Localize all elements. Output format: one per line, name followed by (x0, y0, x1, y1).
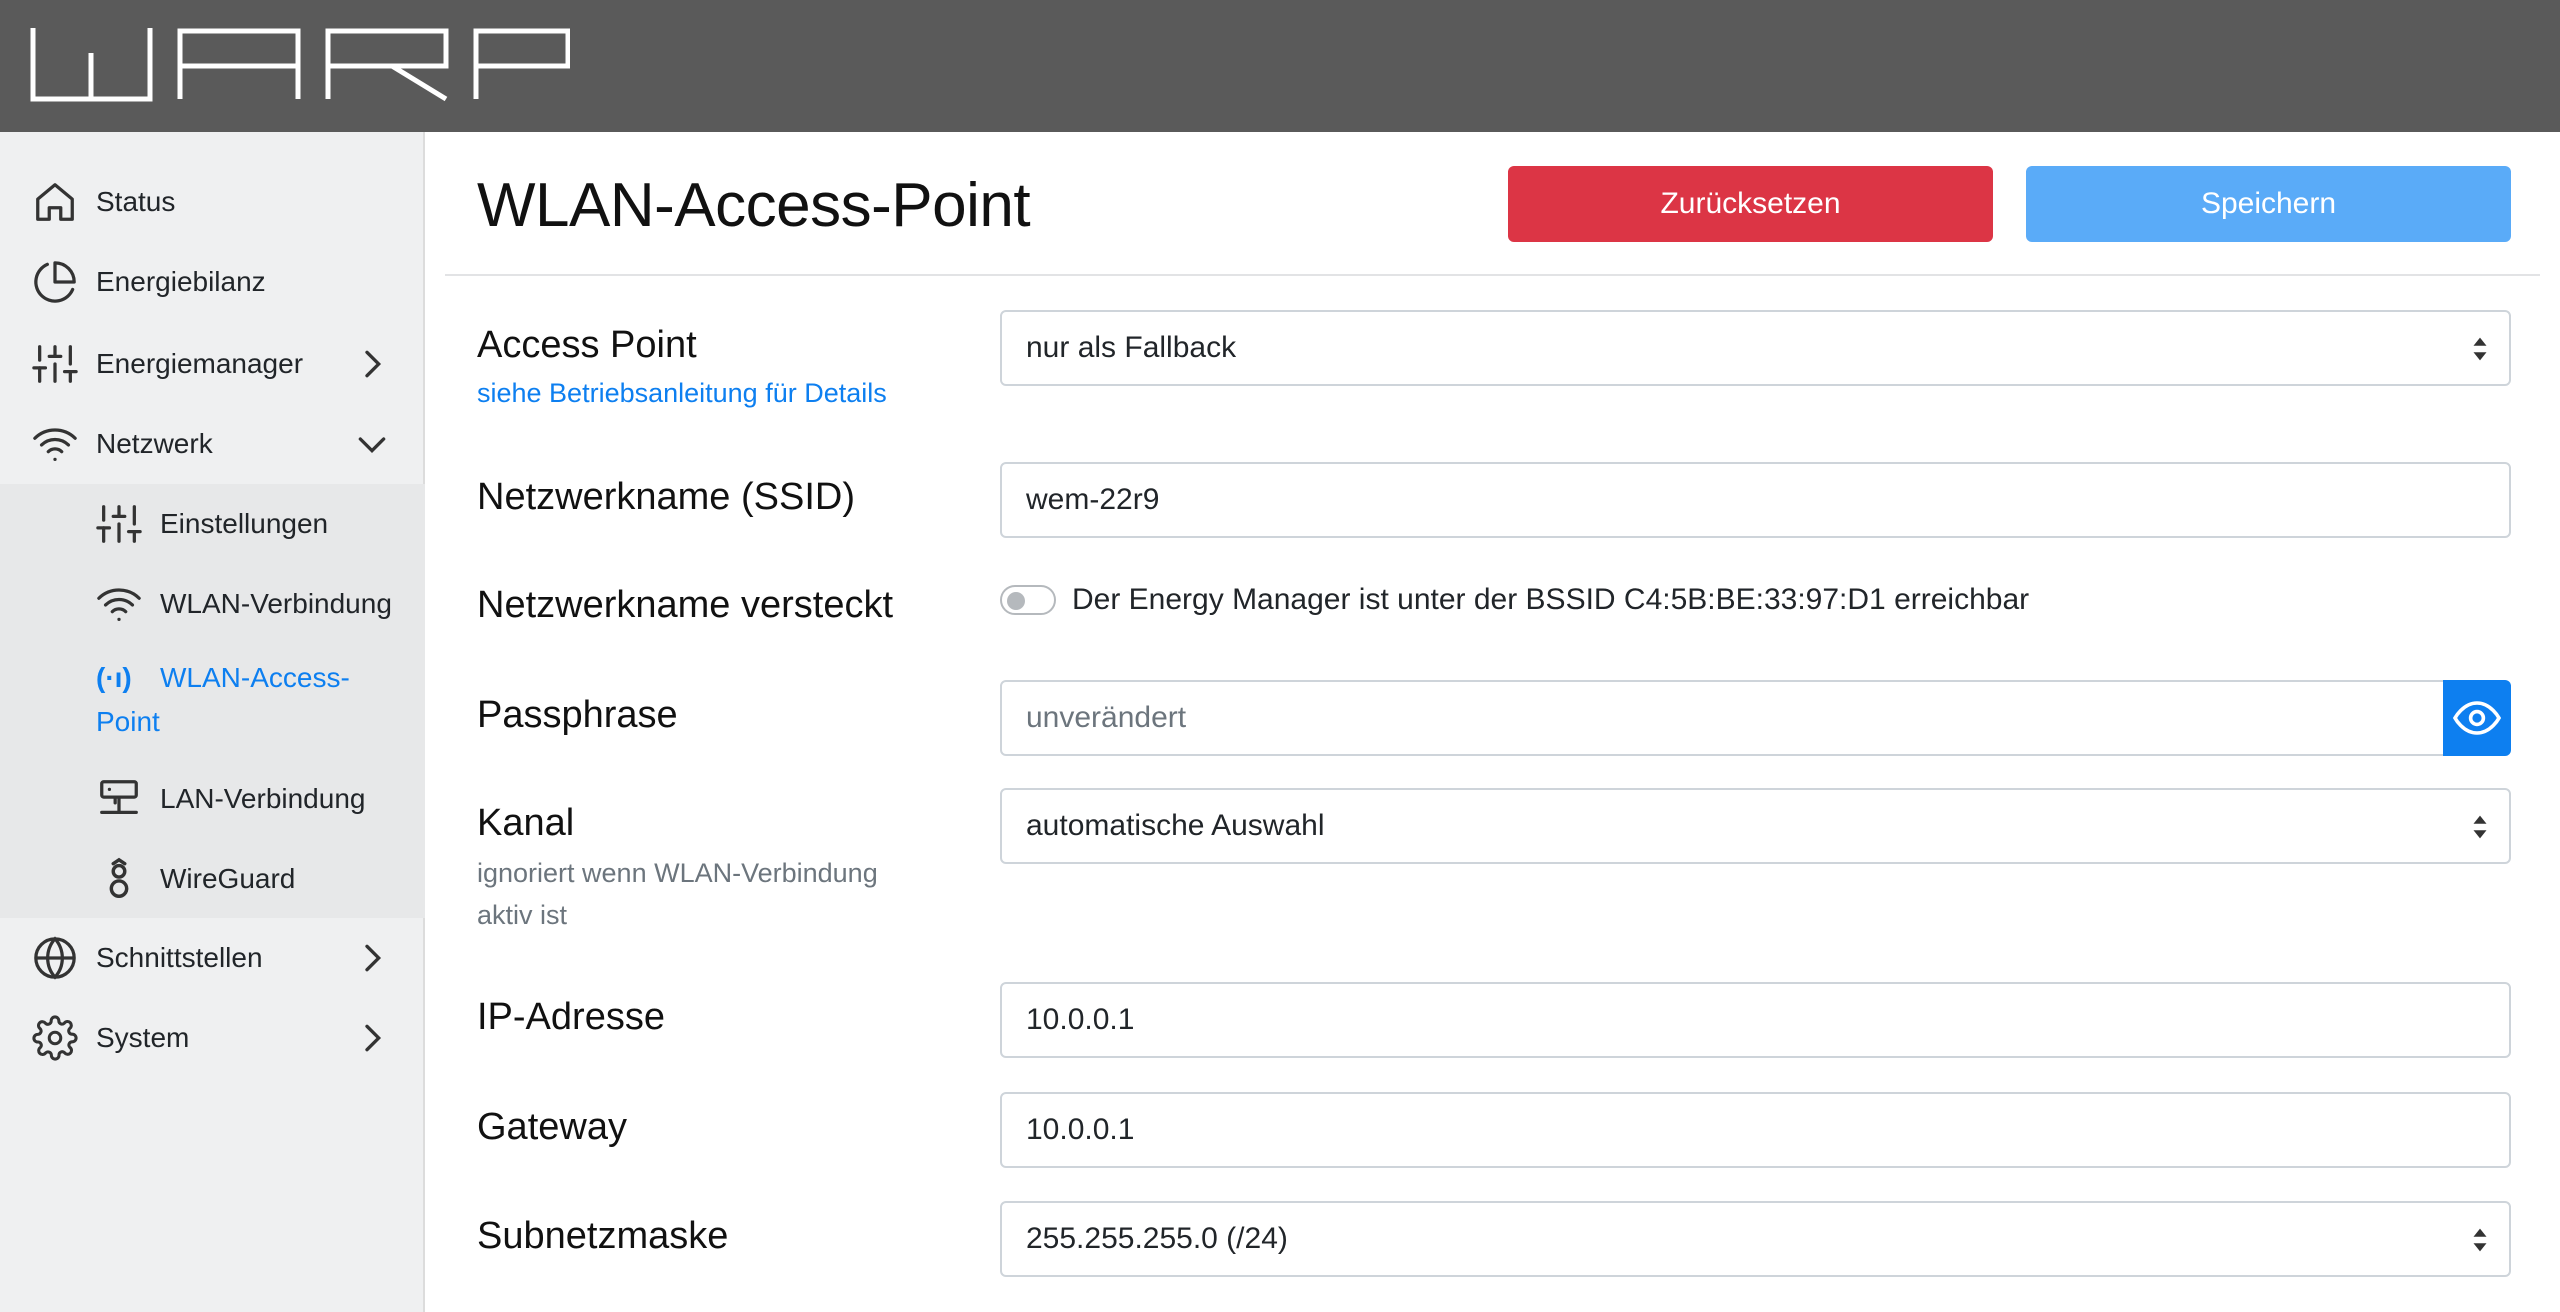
netzwerk-submenu: Einstellungen WLAN-Verbindung (·ı) WLAN-A… (0, 484, 425, 918)
wifi-icon (94, 579, 144, 629)
manual-link[interactable]: siehe Betriebsanleitung für Details (477, 378, 887, 409)
sidebar-item-wireguard[interactable]: WireGuard (0, 839, 425, 919)
main-content: WLAN-Access-Point Zurücksetzen Speichern… (445, 132, 2540, 1312)
passphrase-input[interactable]: unverändert (1000, 680, 2445, 756)
gear-icon (30, 1013, 80, 1063)
chevron-down-icon (358, 437, 386, 454)
chevron-right-icon (365, 350, 382, 378)
sidebar-item-status[interactable]: Status (0, 162, 425, 242)
sidebar-item-label: System (96, 1022, 190, 1053)
header-divider (445, 274, 2540, 276)
sidebar-item-lan-verbindung[interactable]: LAN-Verbindung (0, 759, 425, 839)
page-title: WLAN-Access-Point (477, 171, 1031, 240)
broadcast-icon: (·ı) (96, 662, 132, 693)
sidebar-item-label: Energiebilanz (96, 266, 266, 297)
subnet-select[interactable]: 255.255.255.0 (/24) (1000, 1201, 2511, 1277)
access-point-label: Access Point (477, 324, 697, 366)
sidebar-item-label: Netzwerk (96, 428, 213, 459)
access-point-value: nur als Fallback (1026, 331, 1237, 364)
subnet-value: 255.255.255.0 (/24) (1026, 1222, 1288, 1255)
reset-button[interactable]: Zurücksetzen (1508, 166, 1993, 242)
select-arrows-icon (2473, 337, 2487, 361)
access-point-select[interactable]: nur als Fallback (1000, 310, 2511, 386)
ip-value: 10.0.0.1 (1026, 1003, 1135, 1036)
ssid-label: Netzwerkname (SSID) (477, 476, 855, 518)
sidebar-item-label: Einstellungen (160, 508, 329, 539)
sliders-icon (94, 499, 144, 549)
sidebar-item-label: WLAN-Verbindung (160, 588, 392, 619)
globe-icon (30, 933, 80, 983)
wifi-icon (30, 419, 80, 469)
gateway-label: Gateway (477, 1106, 627, 1148)
sidebar: Status Energiebilanz Energiemanager Netz… (0, 132, 425, 1312)
sidebar-item-label: Schnittstellen (96, 942, 263, 973)
top-bar (0, 0, 2560, 132)
eye-icon (2453, 701, 2501, 735)
sidebar-item-schnittstellen[interactable]: Schnittstellen (0, 918, 425, 998)
ssid-input[interactable]: wem-22r9 (1000, 462, 2511, 538)
hidden-ssid-description: Der Energy Manager ist unter der BSSID C… (1072, 583, 2030, 616)
sidebar-item-label: (·ı) WLAN-Access-Point (96, 656, 406, 744)
sidebar-item-wlan-access-point[interactable]: (·ı) WLAN-Access-Point (0, 644, 425, 744)
hidden-ssid-toggle[interactable] (1000, 585, 1056, 615)
ssid-value: wem-22r9 (1026, 483, 1160, 516)
sidebar-item-wlan-verbindung[interactable]: WLAN-Verbindung (0, 564, 425, 644)
server-icon (94, 774, 144, 824)
ip-input[interactable]: 10.0.0.1 (1000, 982, 2511, 1058)
channel-select[interactable]: automatische Auswahl (1000, 788, 2511, 864)
sidebar-item-system[interactable]: System (0, 998, 425, 1078)
sidebar-item-netzwerk[interactable]: Netzwerk (0, 404, 425, 484)
home-icon (30, 177, 80, 227)
channel-value: automatische Auswahl (1026, 809, 1325, 842)
sidebar-item-label: LAN-Verbindung (160, 783, 366, 814)
ip-label: IP-Adresse (477, 996, 665, 1038)
sidebar-item-einstellungen[interactable]: Einstellungen (0, 484, 425, 564)
chevron-right-icon (365, 944, 382, 972)
sidebar-item-label: WireGuard (160, 863, 296, 894)
channel-hint: ignoriert wenn WLAN-Verbindung aktiv ist (477, 858, 878, 930)
select-arrows-icon (2473, 815, 2487, 839)
toggle-knob (1007, 592, 1025, 610)
passphrase-placeholder: unverändert (1026, 701, 1187, 734)
save-button[interactable]: Speichern (2026, 166, 2511, 242)
warp-logo (30, 28, 570, 102)
sidebar-item-energiebilanz[interactable]: Energiebilanz (0, 242, 425, 322)
show-password-button[interactable] (2443, 680, 2511, 756)
sliders-icon (30, 339, 80, 389)
sidebar-item-label: Energiemanager (96, 348, 304, 379)
select-arrows-icon (2473, 1228, 2487, 1252)
wireguard-icon (94, 854, 144, 904)
gateway-input[interactable]: 10.0.0.1 (1000, 1092, 2511, 1168)
subnet-label: Subnetzmaske (477, 1215, 729, 1257)
chevron-right-icon (365, 1024, 382, 1052)
gateway-value: 10.0.0.1 (1026, 1113, 1135, 1146)
sidebar-item-label: Status (96, 186, 176, 217)
sidebar-item-energiemanager[interactable]: Energiemanager (0, 324, 425, 404)
channel-label: Kanal (477, 802, 575, 844)
passphrase-label: Passphrase (477, 694, 678, 736)
hidden-label: Netzwerkname versteckt (477, 584, 894, 626)
pie-chart-icon (30, 257, 80, 307)
